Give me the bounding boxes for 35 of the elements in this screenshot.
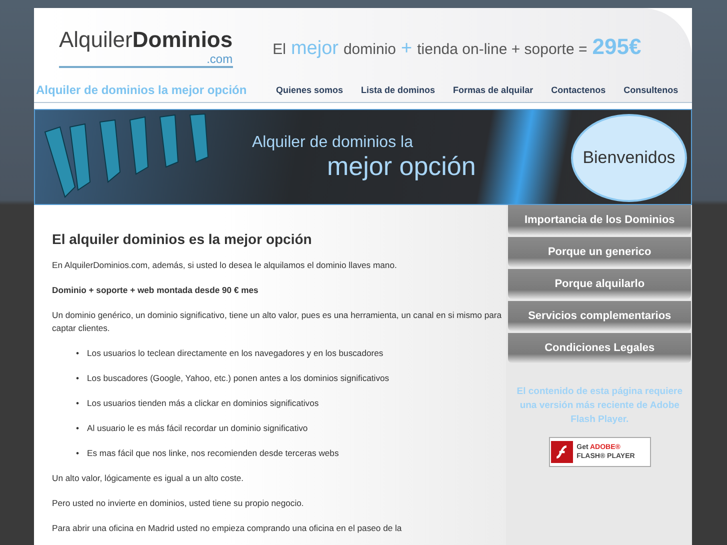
sidebar-menu-item[interactable]: Servicios complementarios bbox=[508, 301, 692, 331]
flash-logo-icon bbox=[550, 441, 573, 463]
paragraph: Un alto valor, lógicamente es igual a un alto coste. bbox=[52, 472, 245, 485]
paragraph: Dominio + soporte + web montada desde 90 € mes bbox=[52, 284, 260, 297]
slogan: El mejor dominio + tienda on-line + soporte = 295€ bbox=[272, 34, 642, 60]
banner-text: Alquiler de dominios la bbox=[252, 134, 414, 152]
list-item: Al usuario le es más fácil recordar un dominio significativo bbox=[87, 422, 308, 435]
flash-notice: El contenido de esta página requiere una versión más reciente de Adobe Flash Player. bbox=[516, 385, 684, 427]
paragraph: En AlquilerDominios.com, además, si usted lo desea le alquilamos el dominio llaves mano. bbox=[52, 259, 398, 272]
bullet: • bbox=[76, 397, 80, 410]
nav-link[interactable]: Contactenos bbox=[551, 85, 606, 95]
list-item: Los usuarios lo teclean directamente en los navegadores y en los buscadores bbox=[87, 347, 384, 360]
list-item: Los usuarios tienden más a clickar en dominios significativos bbox=[87, 397, 319, 410]
tagline: Alquiler de dominios la mejor opción bbox=[36, 83, 248, 97]
sidebar-menu-item[interactable]: Importancia de los Dominios bbox=[508, 205, 692, 235]
nav-link[interactable]: Lista de dominos bbox=[361, 85, 436, 95]
sidebar-menu-item[interactable]: Condiciones Legales bbox=[508, 333, 692, 363]
list-item: Los buscadores (Google, Yahoo, etc.) ponen antes a los dominios significativos bbox=[87, 372, 390, 385]
sidebar-menu-item[interactable]: Porque un generico bbox=[508, 237, 692, 267]
nav-link[interactable]: Formas de alquilar bbox=[453, 85, 534, 95]
sidebar-menu-item[interactable]: Porque alquilarlo bbox=[508, 269, 692, 299]
nav-link[interactable]: Consultenos bbox=[624, 85, 678, 95]
bullet: • bbox=[76, 347, 80, 360]
paragraph: Para abrir una oficina en Madrid usted no empieza comprando una oficina en el paseo de la bbox=[52, 522, 403, 535]
welcome-badge: Bienvenidos bbox=[571, 114, 687, 202]
nav-link[interactable]: Quienes somos bbox=[276, 85, 344, 95]
list-item: Es mas fácil que nos linke, nos recomienden desde terceras webs bbox=[87, 447, 339, 460]
paragraph: Un dominio genérico, un dominio significativo, tiene un alto valor, pues es una herramienta, un canal en si mismo para captar clientes. bbox=[52, 309, 503, 335]
bullet: • bbox=[76, 447, 80, 460]
banner-heading: mejor opción bbox=[327, 152, 476, 180]
paragraph: Pero usted no invierte en dominios, usted tiene su propio negocio. bbox=[52, 497, 305, 510]
page-heading: El alquiler dominios es la mejor opción bbox=[52, 231, 313, 247]
bullet: • bbox=[76, 372, 80, 385]
bullet: • bbox=[76, 422, 80, 435]
site-logo[interactable]: AlquilerDominios .com bbox=[59, 26, 233, 68]
